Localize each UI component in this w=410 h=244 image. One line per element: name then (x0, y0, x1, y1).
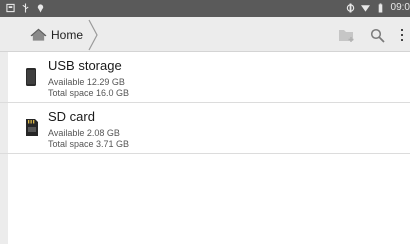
home-icon (30, 28, 47, 41)
storage-item-sd[interactable]: SD card Available 2.08 GB Total space 3.… (0, 103, 410, 154)
storage-total: Total space 16.0 GB (48, 88, 130, 98)
overflow-menu-button[interactable] (398, 26, 406, 44)
wifi-icon (360, 4, 370, 12)
new-folder-icon (339, 30, 354, 42)
action-bar: Home (0, 17, 410, 52)
breadcrumb-home-label: Home (51, 28, 84, 42)
breadcrumb-home[interactable]: Home (30, 24, 83, 46)
status-bar: 09:0 (0, 0, 410, 17)
search-icon (370, 28, 385, 43)
storage-total: Total space 3.71 GB (48, 139, 130, 149)
usb-icon (22, 3, 29, 13)
sd-card-icon (26, 119, 38, 136)
storage-title: USB storage (48, 58, 122, 73)
overflow-menu-icon (401, 29, 403, 41)
storage-item-usb[interactable]: USB storage Available 12.29 GB Total spa… (0, 52, 410, 103)
location-icon (37, 4, 44, 13)
storage-available: Available 12.29 GB (48, 77, 125, 87)
screenshot-icon (6, 3, 15, 13)
breadcrumb-separator (88, 19, 98, 51)
search-button[interactable] (368, 26, 386, 44)
status-time: 09:0 (390, 2, 410, 13)
action-bar-actions (338, 26, 406, 44)
sync-icon (346, 3, 354, 12)
storage-list: USB storage Available 12.29 GB Total spa… (0, 52, 410, 154)
usb-storage-icon (26, 68, 36, 86)
storage-title: SD card (48, 109, 95, 124)
storage-available: Available 2.08 GB (48, 128, 120, 138)
status-right-icons: 09:0 (346, 2, 410, 13)
new-folder-button[interactable] (338, 26, 356, 44)
battery-icon (378, 3, 382, 13)
status-left-icons (6, 3, 45, 13)
